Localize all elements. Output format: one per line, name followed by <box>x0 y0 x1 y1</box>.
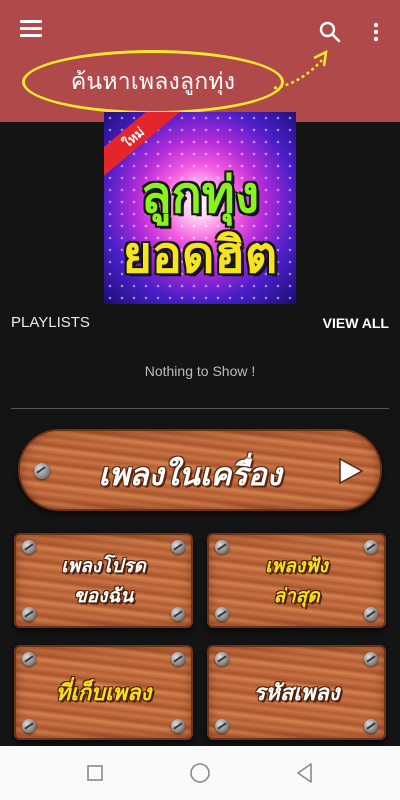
local-songs-button[interactable]: เพลงในเครื่อง <box>18 429 382 511</box>
screw-icon <box>171 652 185 666</box>
screw-icon <box>215 652 229 666</box>
song-storage-button[interactable]: ที่เก็บเพลง <box>14 645 193 740</box>
play-icon <box>339 457 364 485</box>
song-code-button[interactable]: รหัสเพลง <box>207 645 386 740</box>
hint-arrow-icon <box>273 49 328 90</box>
recent-songs-button[interactable]: เพลงฟัง ล่าสุด <box>207 533 386 628</box>
view-all-button[interactable]: VIEW ALL <box>323 315 389 331</box>
search-hint-text: ค้นหาเพลงลูกทุ่ง <box>70 69 236 95</box>
system-nav-bar <box>0 746 400 800</box>
screw-icon <box>22 652 36 666</box>
recent-apps-icon[interactable] <box>82 760 108 786</box>
hamburger-menu-icon[interactable] <box>20 20 42 38</box>
local-songs-label: เพลงในเครื่อง <box>98 457 282 493</box>
divider <box>11 408 389 409</box>
search-hint-oval: ค้นหาเพลงลูกทุ่ง <box>22 50 284 114</box>
screw-icon <box>22 719 36 733</box>
favorite-songs-label-line2: ของฉัน <box>73 585 134 607</box>
favorite-songs-label-line1: เพลงโปรด <box>61 555 146 577</box>
screw-icon <box>364 652 378 666</box>
favorite-songs-label: เพลงโปรด ของฉัน <box>16 551 191 611</box>
favorite-songs-button[interactable]: เพลงโปรด ของฉัน <box>14 533 193 628</box>
more-vert-icon[interactable] <box>366 20 386 44</box>
recent-songs-label-line1: เพลงฟัง <box>265 555 328 577</box>
back-icon[interactable] <box>292 760 318 786</box>
album-title-line2: ยอดฮิต <box>122 226 278 284</box>
empty-playlists-message: Nothing to Show ! <box>144 363 256 379</box>
song-code-label: รหัสเพลง <box>253 681 340 706</box>
song-storage-label: ที่เก็บเพลง <box>55 681 152 706</box>
recent-songs-label-line2: ล่าสุด <box>273 585 320 607</box>
app-bar: ค้นหาเพลงลูกทุ่ง <box>0 0 400 122</box>
playlists-heading: PLAYLISTS <box>11 314 90 331</box>
screw-icon <box>215 719 229 733</box>
home-icon[interactable] <box>187 760 213 786</box>
album-cover[interactable]: ใหม่ ลูกทุ่ง ยอดฮิต <box>104 112 296 304</box>
screw-icon <box>171 719 185 733</box>
recent-songs-label: เพลงฟัง ล่าสุด <box>209 551 384 611</box>
screw-icon <box>364 719 378 733</box>
